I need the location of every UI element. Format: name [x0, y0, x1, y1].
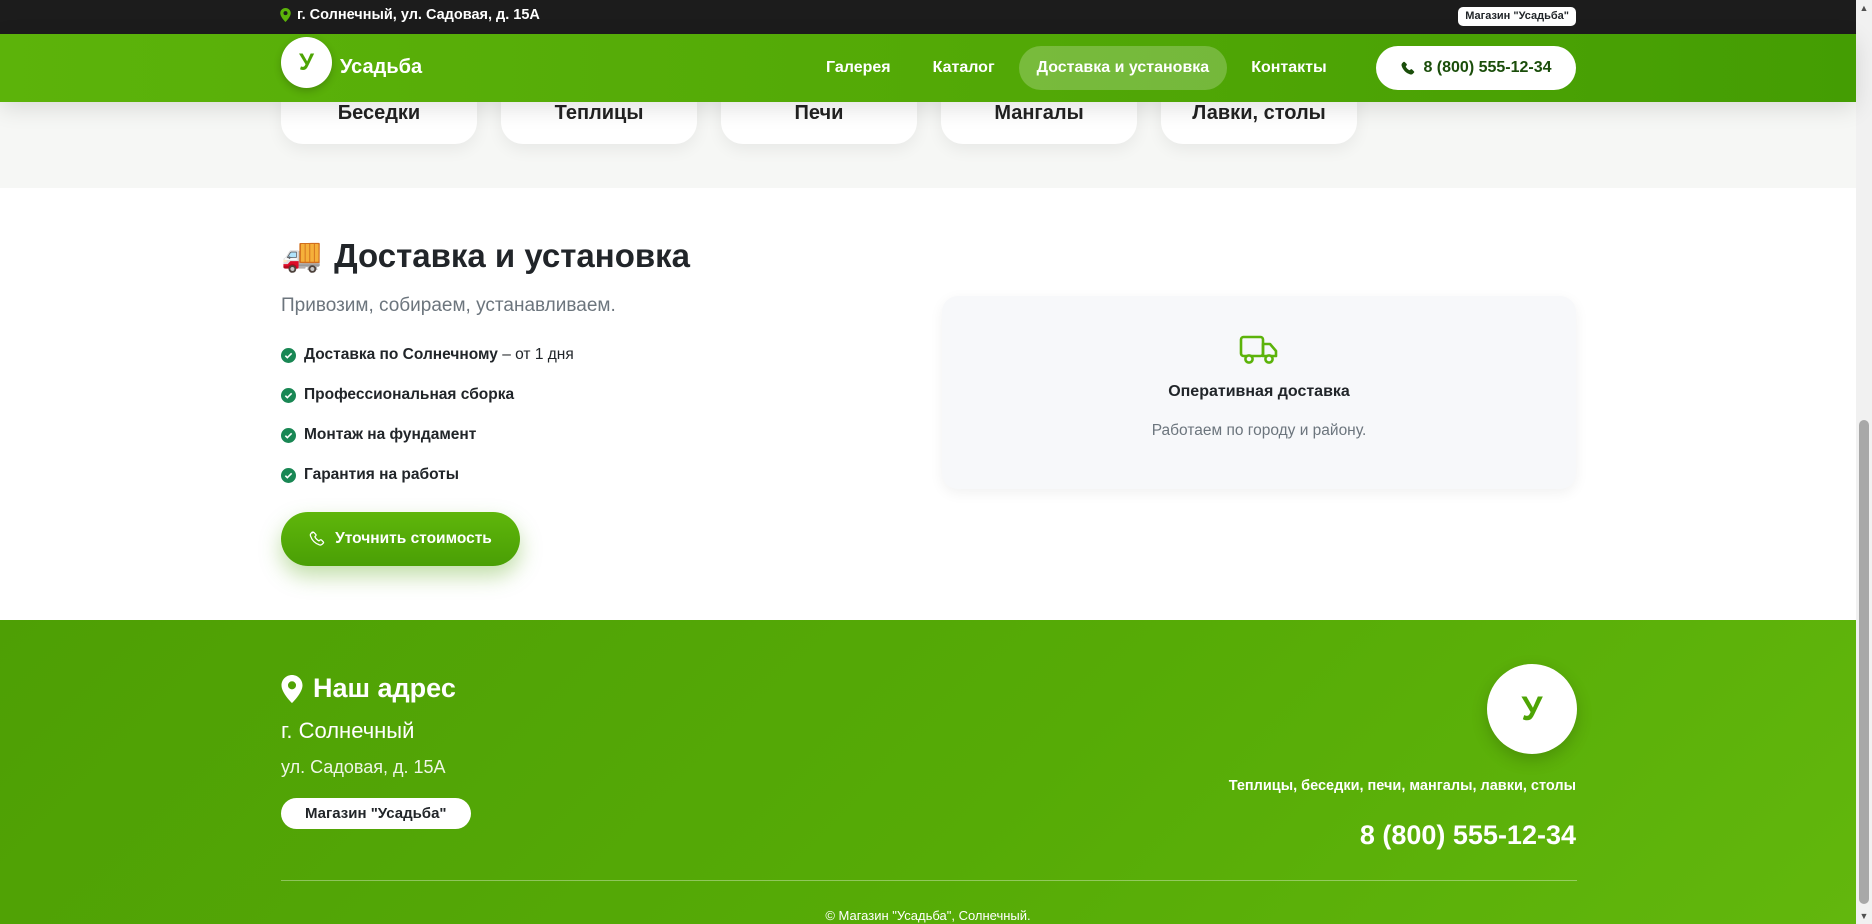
- feature-title: Гарантия на работы: [304, 466, 459, 483]
- feature-title: Профессиональная сборка: [304, 386, 515, 403]
- footer-title: Наш адрес: [313, 673, 456, 703]
- feature-title: Доставка по Солнечному: [304, 346, 498, 363]
- nav-link-catalog[interactable]: Каталог: [915, 46, 1013, 90]
- check-circle-icon: [281, 347, 296, 363]
- delivery-subtitle: Привозим, собираем, устанавливаем.: [281, 295, 616, 316]
- delivery-heading: 🚚 Доставка и установка: [281, 236, 690, 275]
- phone-icon: [1401, 61, 1415, 74]
- delivery-features: Доставка по Солнечному – от 1 дня Профес…: [281, 335, 574, 495]
- list-item: Гарантия на работы: [281, 455, 574, 495]
- get-price-button[interactable]: Уточнить стоимость: [281, 512, 520, 566]
- info-card-text: Работаем по городу и району.: [1151, 422, 1367, 439]
- navbar: У Усадьба Галерея Каталог Доставка и уст…: [0, 34, 1856, 102]
- category-strip: Беседки Теплицы Печи Мангалы Лавки, стол…: [0, 74, 1856, 188]
- footer-copyright: © Магазин "Усадьба", Солнечный.: [825, 908, 1031, 923]
- phone-button-label: 8 (800) 555-12-34: [1423, 59, 1552, 76]
- list-item: Доставка по Солнечному – от 1 дня: [281, 335, 574, 375]
- list-item: Профессиональная сборка: [281, 375, 574, 415]
- truck-emoji-icon: 🚚: [281, 236, 323, 273]
- top-address: г. Солнечный, ул. Садовая, д. 15А: [280, 7, 540, 23]
- check-circle-icon: [281, 427, 296, 443]
- truck-icon: [1239, 335, 1278, 364]
- brand-logo: У: [281, 37, 332, 88]
- get-price-label: Уточнить стоимость: [335, 530, 492, 547]
- scroll-down-arrow-icon[interactable]: ▼: [1856, 908, 1872, 924]
- check-circle-icon: [281, 467, 296, 483]
- footer-store-badge: Магазин "Усадьба": [281, 798, 471, 829]
- scroll-up-arrow-icon[interactable]: ▲: [1856, 0, 1872, 16]
- scrollbar-thumb[interactable]: [1859, 420, 1869, 904]
- footer-address-heading: Наш адрес: [281, 673, 456, 704]
- map-pin-icon: [280, 8, 291, 22]
- delivery-info-card: Оперативная доставка Работаем по городу …: [942, 296, 1576, 489]
- delivery-title: Доставка и установка: [334, 236, 691, 274]
- map-pin-icon: [281, 674, 303, 703]
- brand-link[interactable]: У Усадьба: [281, 37, 422, 88]
- nav-link-contacts[interactable]: Контакты: [1233, 46, 1344, 90]
- page: г. Солнечный, ул. Садовая, д. 15А Магази…: [0, 0, 1872, 924]
- feature-detail: – от 1 дня: [497, 346, 574, 363]
- footer-divider: [281, 880, 1577, 881]
- check-circle-icon: [281, 387, 296, 403]
- nav-links: Галерея Каталог Доставка и установка Кон…: [808, 46, 1345, 90]
- footer: Наш адрес г. Солнечный ул. Садовая, д. 1…: [0, 620, 1856, 924]
- feature-title: Монтаж на фундамент: [304, 426, 477, 443]
- phone-outline-icon: [309, 531, 325, 546]
- footer-city: г. Солнечный: [281, 718, 415, 743]
- nav-link-delivery[interactable]: Доставка и установка: [1018, 46, 1228, 90]
- footer-street: ул. Садовая, д. 15А: [281, 757, 446, 777]
- footer-tagline: Теплицы, беседки, печи, мангалы, лавки, …: [1228, 778, 1576, 794]
- top-bar: г. Солнечный, ул. Садовая, д. 15А Магази…: [0, 0, 1856, 34]
- footer-phone-link[interactable]: 8 (800) 555-12-34: [1360, 820, 1576, 851]
- nav-link-gallery[interactable]: Галерея: [808, 46, 909, 90]
- phone-button[interactable]: 8 (800) 555-12-34: [1376, 46, 1576, 90]
- brand-name: Усадьба: [340, 56, 423, 78]
- top-address-text: г. Солнечный, ул. Садовая, д. 15А: [297, 7, 540, 23]
- delivery-section: 🚚 Доставка и установка Привозим, собирае…: [0, 188, 1856, 614]
- footer-logo: У: [1487, 664, 1577, 754]
- page-scrollbar[interactable]: ▲ ▼: [1856, 0, 1872, 924]
- list-item: Монтаж на фундамент: [281, 415, 574, 455]
- store-badge: Магазин "Усадьба": [1458, 7, 1576, 26]
- info-card-title: Оперативная доставка: [1168, 383, 1350, 400]
